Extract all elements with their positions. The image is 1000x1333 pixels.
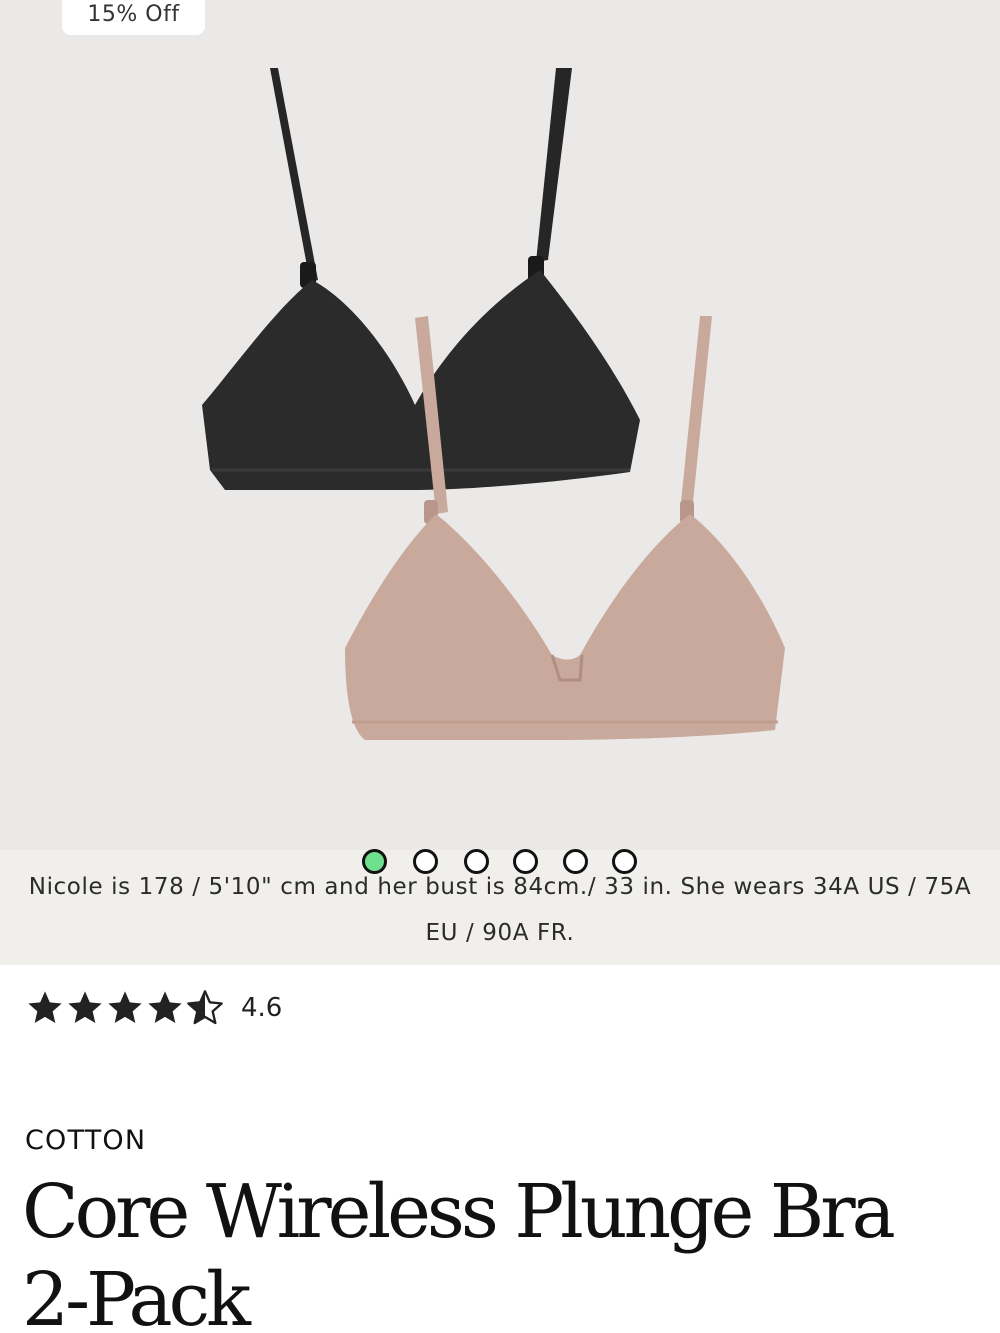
product-material: COTTON (25, 1125, 147, 1156)
product-rating[interactable]: 4.6 (25, 985, 282, 1031)
star-full-icon (148, 991, 182, 1023)
model-info-band: Nicole is 178 / 5'10" cm and her bust is… (0, 849, 1000, 965)
product-gallery[interactable]: 15% Off (0, 0, 1000, 850)
star-full-icon (108, 991, 142, 1023)
star-full-icon (28, 991, 62, 1023)
star-full-icon (68, 991, 102, 1023)
model-size-info: Nicole is 178 / 5'10" cm and her bust is… (28, 874, 972, 946)
discount-badge: 15% Off (62, 0, 205, 35)
star-half-icon (187, 990, 223, 1025)
rating-value: 4.6 (241, 993, 283, 1023)
product-title: Core Wireless Plunge Bra 2-Pack (22, 1169, 896, 1333)
product-image[interactable] (0, 0, 1000, 850)
